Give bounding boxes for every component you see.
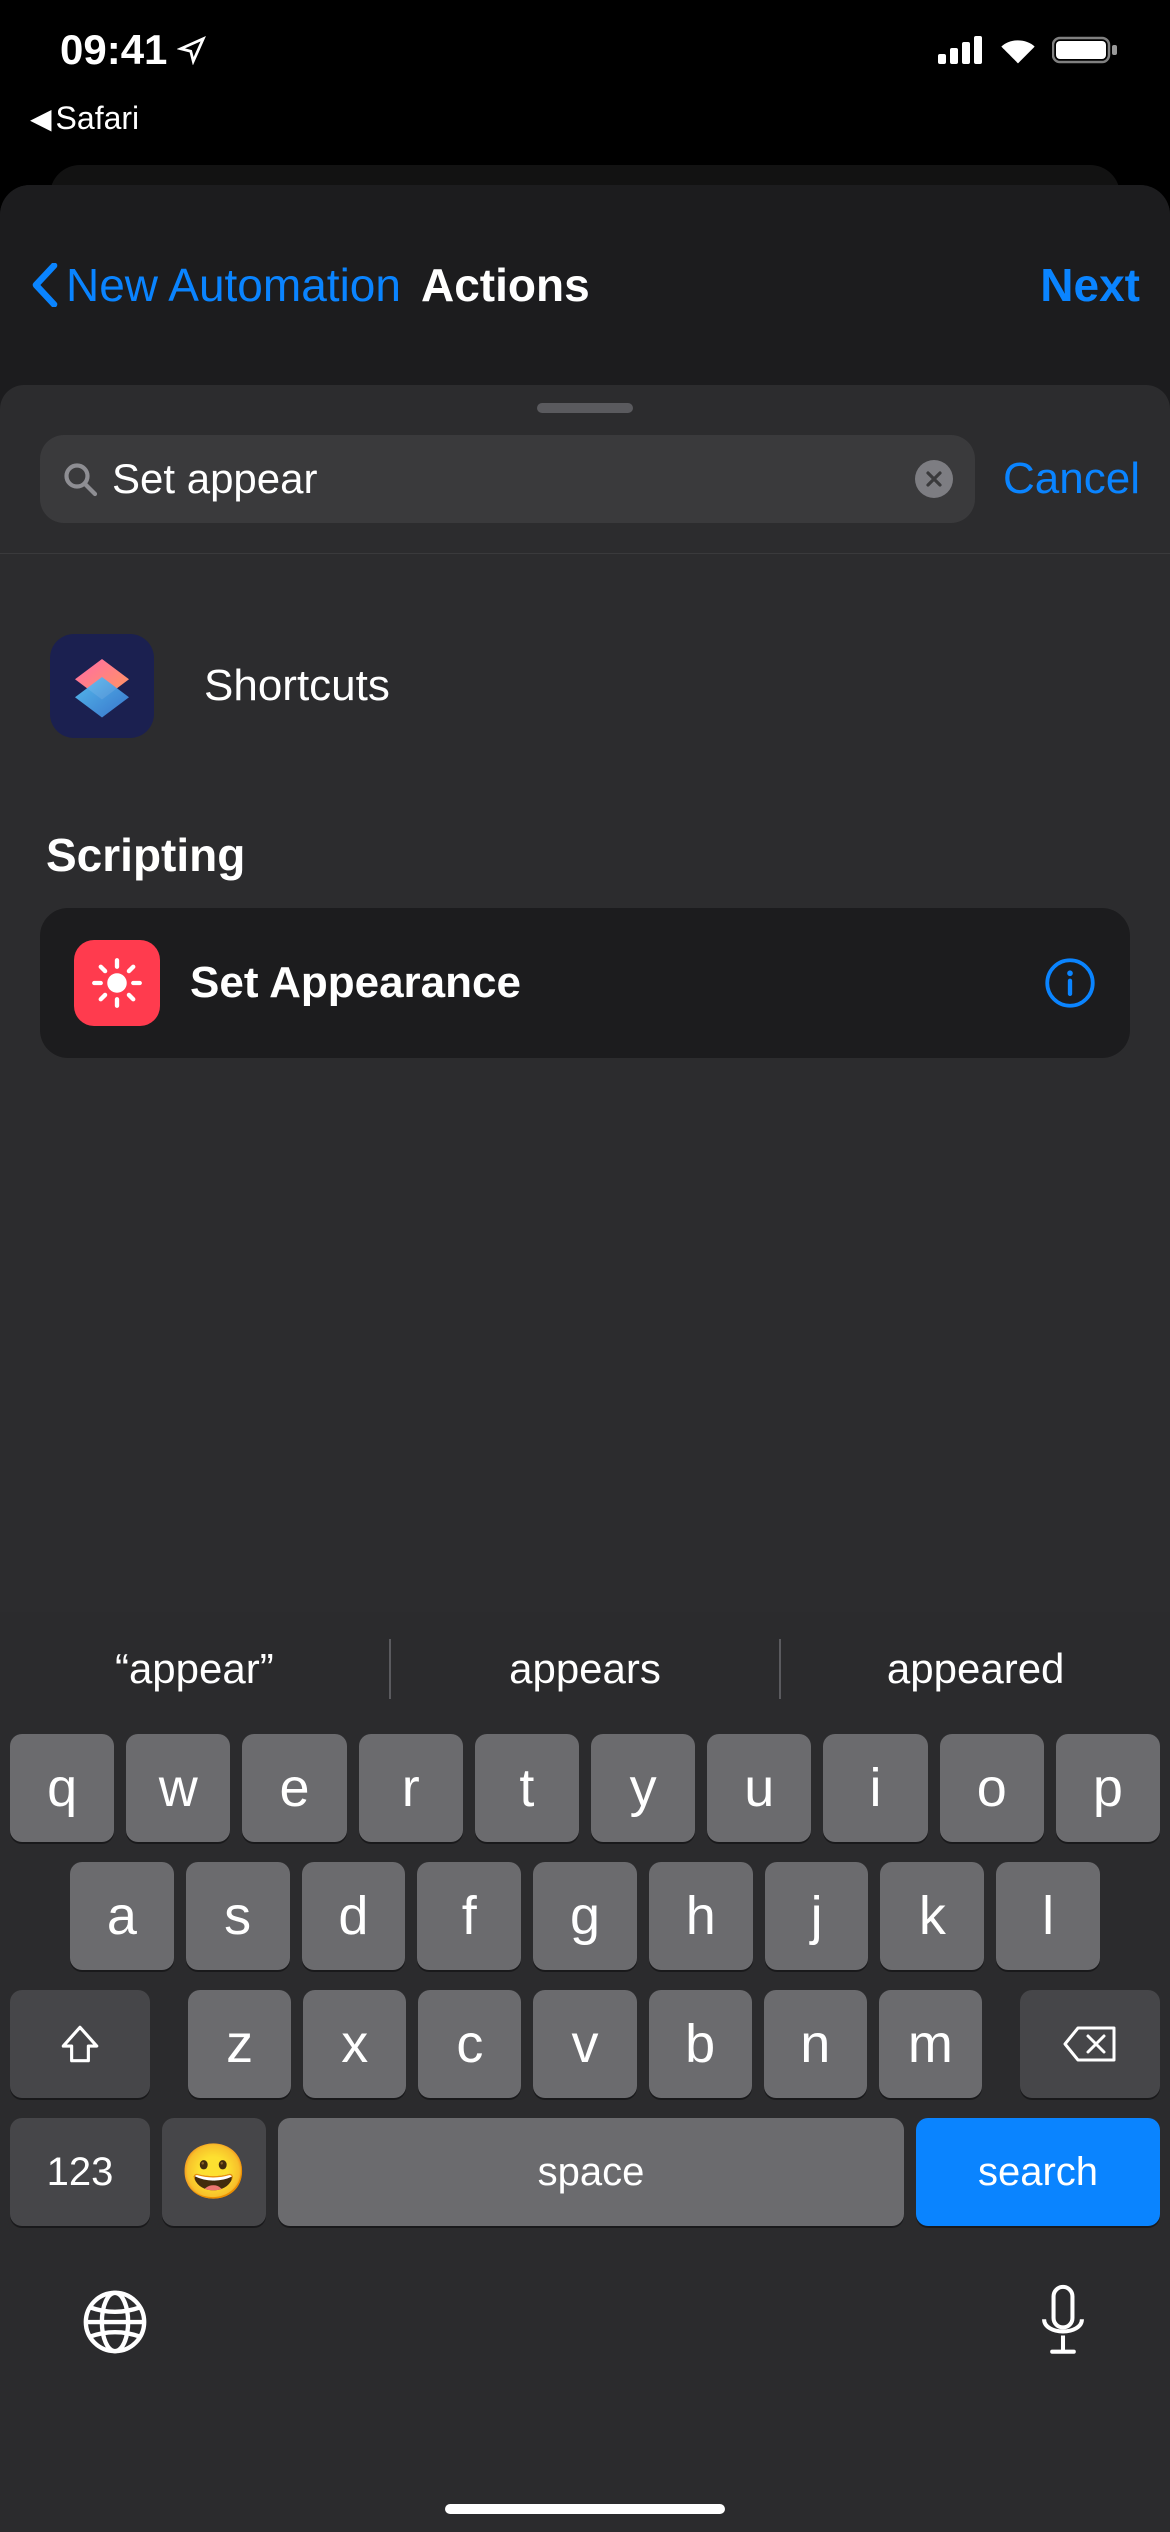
brightness-icon	[74, 940, 160, 1026]
key-emoji[interactable]: 😀	[162, 2118, 266, 2226]
key-q[interactable]: q	[10, 1734, 114, 1842]
nav-bar: New Automation Actions Next	[0, 185, 1170, 385]
key-o[interactable]: o	[940, 1734, 1044, 1842]
key-g[interactable]: g	[533, 1862, 637, 1970]
keyboard-suggestions: “appear” appears appeared	[0, 1612, 1170, 1726]
key-r[interactable]: r	[359, 1734, 463, 1842]
suggestion-2[interactable]: appears	[391, 1645, 780, 1693]
key-space[interactable]: space	[278, 2118, 904, 2226]
key-w[interactable]: w	[126, 1734, 230, 1842]
location-icon	[177, 35, 207, 65]
home-indicator[interactable]	[445, 2504, 725, 2514]
chevron-left-icon	[30, 263, 60, 307]
action-set-appearance[interactable]: Set Appearance	[40, 908, 1130, 1058]
key-m[interactable]: m	[879, 1990, 982, 2098]
key-d[interactable]: d	[302, 1862, 406, 1970]
breadcrumb-label: Safari	[56, 100, 140, 137]
search-value: Set appear	[112, 455, 901, 503]
cancel-button[interactable]: Cancel	[1003, 454, 1140, 504]
key-s[interactable]: s	[186, 1862, 290, 1970]
breadcrumb-caret-icon: ◀	[30, 102, 52, 135]
wifi-icon	[996, 35, 1040, 65]
search-icon	[62, 461, 98, 497]
shortcuts-app-icon	[50, 634, 154, 738]
section-header-scripting: Scripting	[40, 798, 1130, 908]
back-button[interactable]: New Automation	[30, 258, 401, 312]
clear-search-button[interactable]	[915, 460, 953, 498]
page-title: Actions	[421, 258, 590, 312]
search-input[interactable]: Set appear	[40, 435, 975, 523]
key-u[interactable]: u	[707, 1734, 811, 1842]
suggestion-1[interactable]: “appear”	[0, 1645, 389, 1693]
action-label: Set Appearance	[190, 958, 1014, 1008]
emoji-icon: 😀	[180, 2141, 247, 2204]
cellular-signal-icon	[938, 36, 984, 64]
key-z[interactable]: z	[188, 1990, 291, 2098]
status-bar: 09:41	[0, 0, 1170, 100]
key-x[interactable]: x	[303, 1990, 406, 2098]
next-button[interactable]: Next	[1040, 258, 1140, 312]
key-f[interactable]: f	[417, 1862, 521, 1970]
key-shift[interactable]	[10, 1990, 150, 2098]
app-filter-shortcuts[interactable]: Shortcuts	[40, 624, 1130, 798]
delete-icon	[1062, 2024, 1118, 2064]
key-v[interactable]: v	[533, 1990, 636, 2098]
globe-icon[interactable]	[80, 2287, 150, 2357]
app-label: Shortcuts	[204, 661, 390, 711]
sheet-grabber[interactable]	[537, 403, 633, 413]
key-y[interactable]: y	[591, 1734, 695, 1842]
key-l[interactable]: l	[996, 1862, 1100, 1970]
breadcrumb[interactable]: ◀ Safari	[0, 100, 1170, 137]
status-time: 09:41	[60, 26, 167, 74]
mic-icon[interactable]	[1036, 2284, 1090, 2360]
key-i[interactable]: i	[823, 1734, 927, 1842]
shift-icon	[57, 2021, 103, 2067]
key-k[interactable]: k	[880, 1862, 984, 1970]
key-123[interactable]: 123	[10, 2118, 150, 2226]
key-t[interactable]: t	[475, 1734, 579, 1842]
back-label: New Automation	[66, 258, 401, 312]
battery-icon	[1052, 35, 1120, 65]
keyboard: “appear” appears appeared q w e r t y u …	[0, 1612, 1170, 2532]
x-icon	[924, 469, 944, 489]
key-n[interactable]: n	[764, 1990, 867, 2098]
key-h[interactable]: h	[649, 1862, 753, 1970]
key-c[interactable]: c	[418, 1990, 521, 2098]
key-delete[interactable]	[1020, 1990, 1160, 2098]
key-a[interactable]: a	[70, 1862, 174, 1970]
key-p[interactable]: p	[1056, 1734, 1160, 1842]
info-icon[interactable]	[1044, 957, 1096, 1009]
suggestion-3[interactable]: appeared	[781, 1645, 1170, 1693]
key-e[interactable]: e	[242, 1734, 346, 1842]
key-b[interactable]: b	[649, 1990, 752, 2098]
key-search[interactable]: search	[916, 2118, 1160, 2226]
key-j[interactable]: j	[765, 1862, 869, 1970]
